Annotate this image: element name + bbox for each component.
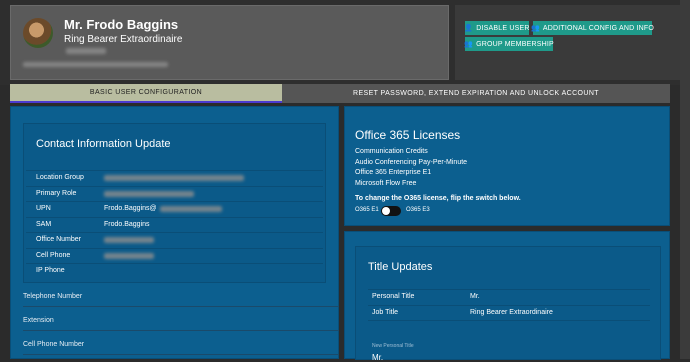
licenses-panel: Office 365 Licenses Communication Credit… — [344, 106, 670, 226]
redacted-value — [160, 206, 222, 212]
switch-knob — [382, 207, 390, 215]
license-item: Microsoft Flow Free — [355, 179, 417, 187]
title-updates-box: Title Updates Personal Title Mr. Job Title… — [355, 246, 661, 362]
redacted-value — [104, 190, 194, 197]
title-updates-heading: Title Updates — [368, 261, 433, 273]
group-icon: 👥 — [464, 41, 474, 48]
contact-input-field[interactable]: Cell Phone Number — [23, 341, 339, 348]
field-underline — [23, 330, 339, 331]
tab-basic-config[interactable]: BASIC USER CONFIGURATION — [10, 84, 282, 103]
tab-reset-password[interactable]: RESET PASSWORD, EXTEND EXPIRATION AND UN… — [282, 84, 670, 103]
new-title-input[interactable]: Mr. — [372, 353, 383, 362]
tab-bar: BASIC USER CONFIGURATION RESET PASSWORD,… — [10, 84, 670, 103]
user-profile-card: Mr. Frodo Baggins Ring Bearer Extraordin… — [10, 5, 449, 80]
field-underline — [23, 306, 339, 307]
group-membership-button[interactable]: 👥 GROUP MEMBERSHIP — [464, 37, 554, 51]
contact-row-label: Office Number — [36, 236, 81, 243]
contact-row-value: Frodo.Baggins@ — [104, 205, 157, 212]
license-e1-label: O365 E1 — [355, 207, 379, 213]
contact-row-label: UPN — [36, 205, 51, 212]
page-scrollbar[interactable] — [680, 0, 690, 359]
additional-config-button[interactable]: 👥 ADDITIONAL CONFIG AND INFO — [530, 21, 655, 35]
user-minus-icon: 👤 — [464, 25, 474, 32]
redacted-value — [104, 175, 244, 181]
group-membership-label: GROUP MEMBERSHIP — [476, 40, 554, 48]
title-row-label: Job Title — [372, 308, 399, 316]
licenses-heading: Office 365 Licenses — [355, 128, 461, 142]
license-switch[interactable] — [381, 206, 401, 216]
contact-input-field[interactable]: Telephone Number — [23, 293, 339, 300]
contact-input-field[interactable]: Extension — [23, 317, 339, 324]
license-item: Communication Credits — [355, 148, 428, 155]
additional-config-label: ADDITIONAL CONFIG AND INFO — [542, 24, 655, 32]
contact-row-label: IP Phone — [36, 267, 65, 274]
header-bar: Mr. Frodo Baggins Ring Bearer Extraordin… — [0, 0, 680, 85]
contact-row-label: SAM — [36, 220, 52, 228]
contact-row-value: Frodo.Baggins — [104, 220, 150, 228]
redacted-value — [104, 252, 154, 259]
redacted-detail — [66, 48, 106, 54]
title-panel: Title Updates Personal Title Mr. Job Title… — [344, 231, 670, 362]
license-hint: To change the O365 license, flip the swi… — [355, 195, 521, 202]
disable-user-button[interactable]: 👤 DISABLE USER — [464, 21, 530, 35]
user-title: Ring Bearer Extraordinaire — [64, 34, 183, 45]
action-panel: 👤 DISABLE USER 👥 ADDITIONAL CONFIG AND I… — [455, 5, 680, 80]
contact-info-box: Contact Information Update Location Grou… — [23, 123, 326, 283]
license-item: Audio Conferencing Pay-Per-Minute — [355, 158, 468, 166]
avatar — [23, 18, 53, 48]
license-item: Office 365 Enterprise E1 — [355, 169, 432, 176]
title-row-value: Mr. — [470, 293, 480, 300]
license-e3-label: O365 E3 — [406, 207, 430, 213]
disable-user-label: DISABLE USER — [476, 24, 530, 32]
contact-heading: Contact Information Update — [36, 138, 171, 150]
title-row-value: Ring Bearer Extraordinaire — [470, 308, 553, 316]
users-icon: 👥 — [530, 25, 540, 32]
contact-row-label: Cell Phone — [36, 251, 71, 259]
contact-panel: Contact Information Update Location Grou… — [10, 106, 339, 359]
redacted-value — [104, 237, 154, 243]
user-name: Mr. Frodo Baggins — [64, 17, 179, 32]
contact-row-label: Location Group — [36, 174, 84, 181]
title-row-label: Personal Title — [372, 293, 415, 300]
contact-row-label: Primary Role — [36, 189, 77, 197]
redacted-detail — [23, 62, 168, 67]
new-title-label: New Personal Title — [372, 343, 414, 349]
field-underline — [23, 354, 339, 355]
